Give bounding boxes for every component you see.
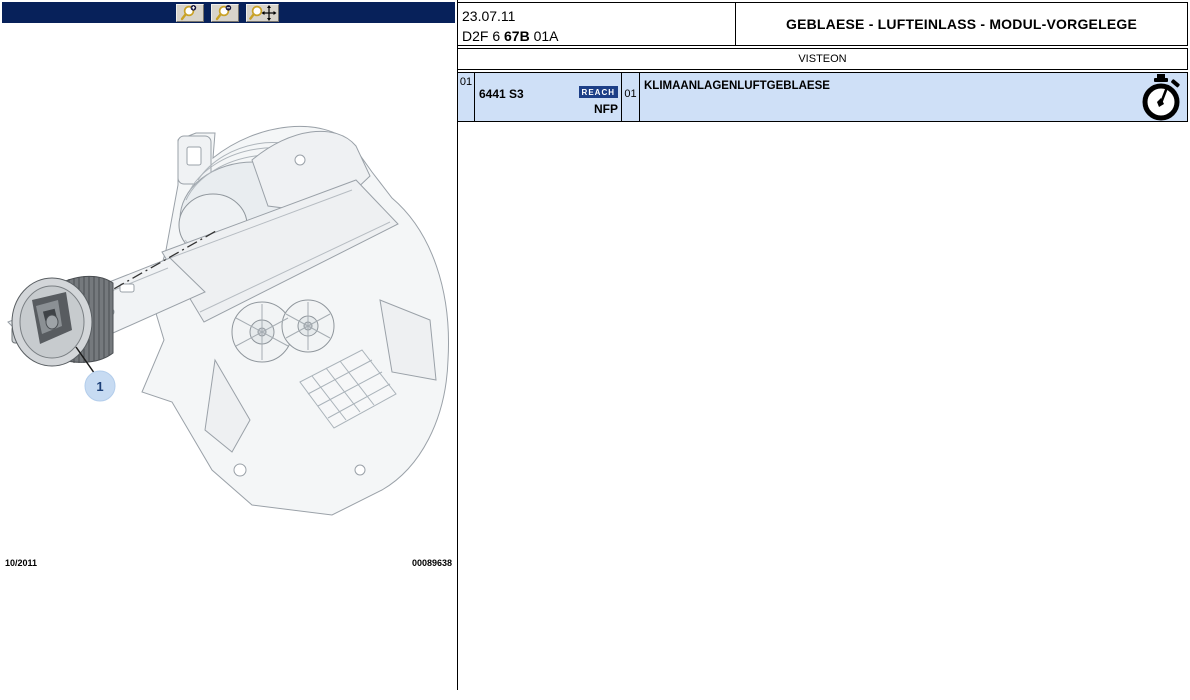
zoom-out-button[interactable] <box>211 4 239 22</box>
part-number[interactable]: 6441 S3 <box>479 87 524 101</box>
parts-list-panel: 23.07.11 D2F 6 67B 01A GEBLAESE - LUFTEI… <box>457 0 1189 700</box>
catalog-date: 23.07.11 <box>462 6 731 26</box>
zoom-in-button[interactable] <box>176 4 204 22</box>
part-description: KLIMAANLAGENLUFTGEBLAESE <box>644 80 830 92</box>
zoom-in-icon <box>179 5 201 21</box>
figure-document-number: 00089638 <box>412 558 452 568</box>
exploded-view-diagram: 1 <box>0 95 455 575</box>
supplier-row: VISTEON <box>457 48 1188 70</box>
blower-motor <box>12 276 113 366</box>
part-quantity: 01 <box>622 73 640 121</box>
nfp-label: NFP <box>594 102 618 116</box>
reach-badge[interactable]: REACH <box>579 86 618 98</box>
image-toolbar <box>2 2 455 23</box>
stopwatch-icon <box>1140 74 1182 122</box>
catalog-reference: D2F 6 67B 01A <box>462 26 731 46</box>
part-number-cell: 6441 S3 REACH NFP <box>475 73 622 121</box>
section-title: GEBLAESE - LUFTEINLASS - MODUL-VORGELEGE <box>736 3 1187 45</box>
parts-catalog-page: 1 10/2011 00089638 23.07.11 D2F 6 67B 01… <box>0 0 1190 700</box>
figure-date-code: 10/2011 <box>5 558 37 568</box>
callout-number: 1 <box>96 379 103 394</box>
catalog-reference-block: 23.07.11 D2F 6 67B 01A <box>458 3 736 45</box>
zoom-out-icon <box>214 5 236 21</box>
row-number: 01 <box>458 73 475 121</box>
zoom-pan-icon <box>249 5 277 21</box>
part-description-cell: KLIMAANLAGENLUFTGEBLAESE <box>640 73 1187 121</box>
part-row[interactable]: 01 6441 S3 REACH NFP 01 KLIMAANLAGENLUFT… <box>457 72 1188 122</box>
figure-panel: 1 10/2011 00089638 <box>0 0 456 700</box>
zoom-pan-button[interactable] <box>246 4 279 22</box>
page-header: 23.07.11 D2F 6 67B 01A GEBLAESE - LUFTEI… <box>457 2 1188 46</box>
